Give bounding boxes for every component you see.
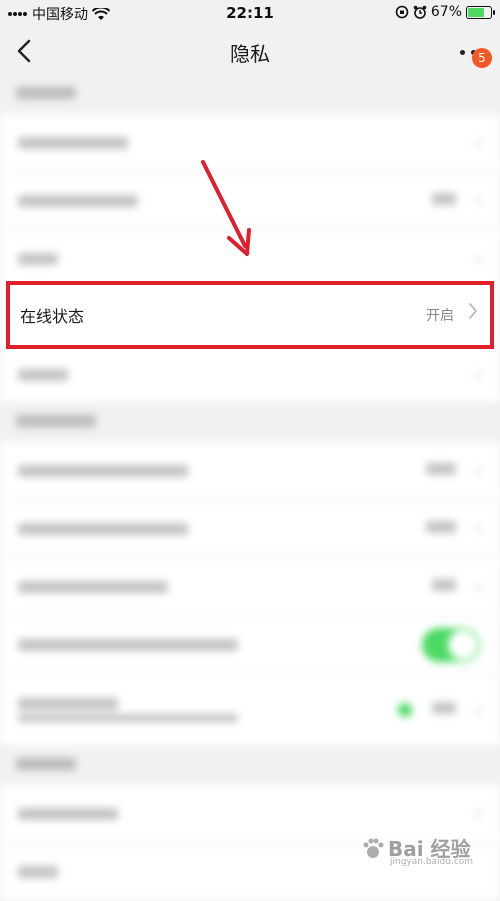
nav-bar: 隐私 5 xyxy=(0,26,500,76)
chevron-right-icon xyxy=(469,303,478,319)
list-item[interactable]: › xyxy=(0,558,500,616)
list-item-toggle[interactable] xyxy=(0,616,500,674)
chevron-right-icon: › xyxy=(474,248,482,269)
list-item[interactable]: › xyxy=(0,674,500,747)
annotation-arrow-icon xyxy=(201,160,251,256)
toggle-switch[interactable] xyxy=(422,627,480,662)
chevron-right-icon: › xyxy=(474,460,482,481)
chevron-right-icon: › xyxy=(474,364,482,385)
status-right: 67% xyxy=(395,4,495,20)
battery-percent: 67% xyxy=(430,4,462,20)
baidu-watermark: Bai 经验 jingyan.baidu.com xyxy=(360,829,480,869)
status-bar: 中国移动 22:11 67% xyxy=(0,0,500,26)
chevron-right-icon: › xyxy=(474,699,482,721)
lock-rotation-icon xyxy=(395,5,409,19)
page-title: 隐私 xyxy=(230,42,270,66)
chevron-right-icon: › xyxy=(474,518,482,539)
list-item[interactable]: › xyxy=(0,346,500,404)
status-dot-icon xyxy=(398,703,412,717)
notification-badge: 5 xyxy=(472,48,492,68)
list-item[interactable]: › xyxy=(0,500,500,558)
section-header xyxy=(0,76,500,114)
paw-logo-icon xyxy=(363,838,384,858)
online-status-row[interactable]: 在线状态 开启 xyxy=(6,281,494,349)
chevron-right-icon: › xyxy=(474,132,482,153)
chevron-right-icon: › xyxy=(474,803,482,824)
battery-icon xyxy=(466,5,495,19)
watermark-url: jingyan.baidu.com xyxy=(390,857,474,867)
alarm-icon xyxy=(413,5,427,19)
section-header xyxy=(0,404,500,442)
chevron-right-icon: › xyxy=(474,576,482,597)
chevron-right-icon: › xyxy=(474,190,482,211)
online-status-label: 在线状态 xyxy=(20,307,85,326)
section-header xyxy=(0,747,500,785)
list-item[interactable]: › xyxy=(0,442,500,500)
online-status-value: 开启 xyxy=(426,308,454,324)
